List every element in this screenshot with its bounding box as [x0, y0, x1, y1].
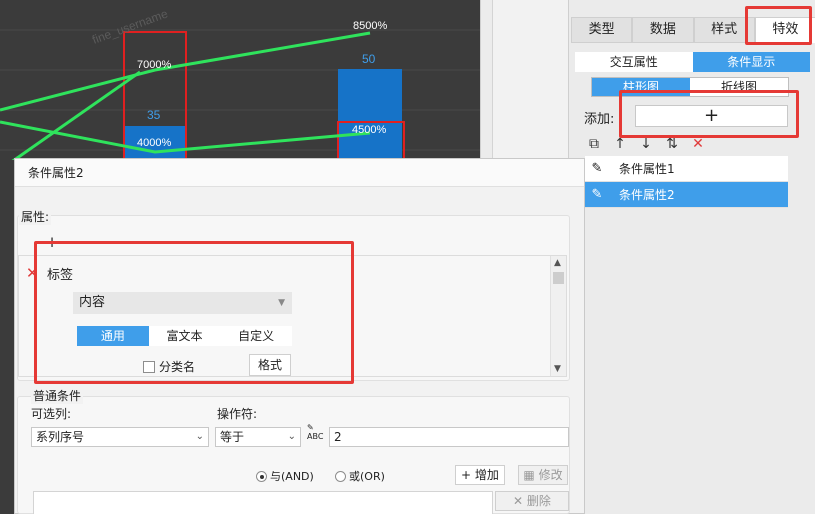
condition-dialog: 条件属性2 属性: + ✕ 标签 内容 ▼ 通用 富文本 自定义 分类名 格式 … — [14, 158, 585, 514]
value-text: 2 — [334, 430, 342, 444]
checkbox-label: 分类名 — [159, 360, 196, 374]
property-scrollbar[interactable]: ▲ ▼ — [550, 256, 566, 376]
tab-style[interactable]: 样式 — [693, 17, 755, 43]
down-arrow-icon[interactable]: ↓ — [637, 135, 655, 153]
chevron-down-icon: ⌄ — [195, 431, 204, 442]
add-condition-button[interactable]: + — [635, 105, 788, 127]
bar-label-1: 35 — [147, 108, 161, 122]
radio-dot — [256, 470, 267, 482]
plus-icon: + — [461, 468, 475, 482]
edit-icon: ▦ — [523, 468, 539, 482]
series-type-tabs: 柱形图 折线图 — [591, 77, 789, 97]
optional-column-value: 系列序号 — [36, 430, 85, 444]
scroll-down-icon[interactable]: ▼ — [554, 364, 561, 374]
or-label: 或(OR) — [349, 470, 385, 483]
delete-condition-button[interactable]: ✕ 删除 — [495, 491, 569, 511]
point-label-1: 7000% — [137, 59, 171, 71]
remove-property-icon[interactable]: ✕ — [26, 264, 39, 282]
condition-name: 条件属性2 — [619, 188, 675, 202]
properties-group-title: 属性: — [19, 208, 52, 225]
segment-general[interactable]: 通用 — [77, 326, 149, 346]
add-property-icon[interactable]: + — [41, 233, 63, 251]
line-series-3 — [11, 70, 141, 160]
property-label: 标签 — [47, 268, 74, 283]
up-arrow-icon[interactable]: ↑ — [611, 135, 629, 153]
radio-dot — [335, 470, 346, 482]
list-item[interactable]: ✎ 条件属性2 — [585, 182, 788, 208]
pencil-icon: ✎ — [591, 187, 603, 202]
move-icon[interactable]: ⇅ — [663, 135, 681, 153]
optional-column-label: 可选列: — [31, 407, 72, 421]
delete-x-icon: ✕ — [513, 494, 527, 508]
chart-svg: 35 50 7000% 4000% 8500% 4500% fine_usern… — [0, 6, 480, 160]
and-radio[interactable]: 与(AND) — [256, 468, 314, 484]
tab-type[interactable]: 类型 — [571, 17, 633, 43]
point-label-3: 8500% — [353, 20, 387, 32]
condition-toolbar: ⧉ ↑ ↓ ⇅ ✕ — [585, 134, 810, 154]
tab-effects[interactable]: 特效 — [754, 17, 815, 43]
bar-label-2: 50 — [362, 52, 376, 66]
condition-list: ✎ 条件属性1 ✎ 条件属性2 — [585, 156, 788, 208]
operator-value: 等于 — [220, 430, 245, 444]
scroll-strip — [480, 0, 492, 160]
add-label: 增加 — [474, 468, 499, 482]
content-select-value: 内容 — [79, 295, 106, 310]
and-label: 与(AND) — [270, 470, 314, 483]
delete-label: 删除 — [526, 494, 551, 508]
condition-name: 条件属性1 — [619, 162, 675, 176]
chart-area-left-edge — [0, 160, 14, 514]
property-editor: ✕ 标签 内容 ▼ 通用 富文本 自定义 分类名 格式 ▲ ▼ — [18, 255, 567, 377]
copy-icon[interactable]: ⧉ — [585, 135, 603, 153]
tab-line-chart[interactable]: 折线图 — [690, 78, 788, 96]
content-select[interactable]: 内容 ▼ — [73, 292, 292, 314]
properties-panel: 类型 数据 样式 特效 交互属性 条件显示 柱形图 折线图 添加: + ⧉ ↑ … — [568, 0, 815, 514]
condition-group-title: 普通条件 — [31, 387, 84, 404]
list-item[interactable]: ✎ 条件属性1 — [585, 156, 788, 182]
add-condition-row-button[interactable]: + 增加 — [455, 465, 505, 485]
checkbox-box — [143, 360, 155, 373]
operator-label: 操作符: — [217, 407, 258, 421]
dialog-title: 条件属性2 — [15, 159, 584, 187]
point-label-2: 4000% — [137, 137, 171, 149]
tab-interaction[interactable]: 交互属性 — [575, 52, 693, 72]
effect-subtabs: 交互属性 条件显示 — [575, 52, 810, 72]
watermark: fine_username — [90, 6, 170, 46]
chevron-down-icon: ⌄ — [287, 431, 296, 442]
format-button[interactable]: 格式 — [249, 354, 291, 376]
segment-custom[interactable]: 自定义 — [220, 326, 292, 346]
tab-data[interactable]: 数据 — [632, 17, 694, 43]
chevron-down-icon: ▼ — [278, 298, 285, 308]
scroll-up-icon[interactable]: ▲ — [554, 258, 561, 268]
value-input[interactable]: 2 — [329, 427, 569, 447]
scroll-thumb[interactable] — [553, 272, 564, 284]
edit-condition-button[interactable]: ▦ 修改 — [518, 465, 568, 485]
chart-area: 35 50 7000% 4000% 8500% 4500% fine_usern… — [0, 0, 480, 160]
condition-list-box — [33, 491, 493, 514]
panel-tabs: 类型 数据 样式 特效 — [571, 17, 815, 43]
tab-conditional-display[interactable]: 条件显示 — [692, 52, 810, 72]
optional-column-select[interactable]: 系列序号 ⌄ — [31, 427, 209, 447]
middle-panel — [492, 0, 568, 160]
edit-label: 修改 — [538, 468, 563, 482]
delete-icon[interactable]: ✕ — [689, 135, 707, 153]
category-name-checkbox[interactable]: 分类名 — [143, 358, 195, 375]
or-radio[interactable]: 或(OR) — [335, 468, 385, 484]
add-label: 添加: — [584, 112, 615, 127]
bar-2 — [338, 69, 402, 160]
label-type-segments: 通用 富文本 自定义 — [77, 326, 292, 346]
operator-select[interactable]: 等于 ⌄ — [215, 427, 301, 447]
pencil-icon: ✎ — [591, 161, 603, 176]
value-type-icon[interactable]: ✎ ABC — [307, 423, 327, 443]
point-label-4: 4500% — [352, 124, 386, 136]
segment-rich-text[interactable]: 富文本 — [149, 326, 221, 346]
tab-bar-chart[interactable]: 柱形图 — [592, 78, 690, 96]
